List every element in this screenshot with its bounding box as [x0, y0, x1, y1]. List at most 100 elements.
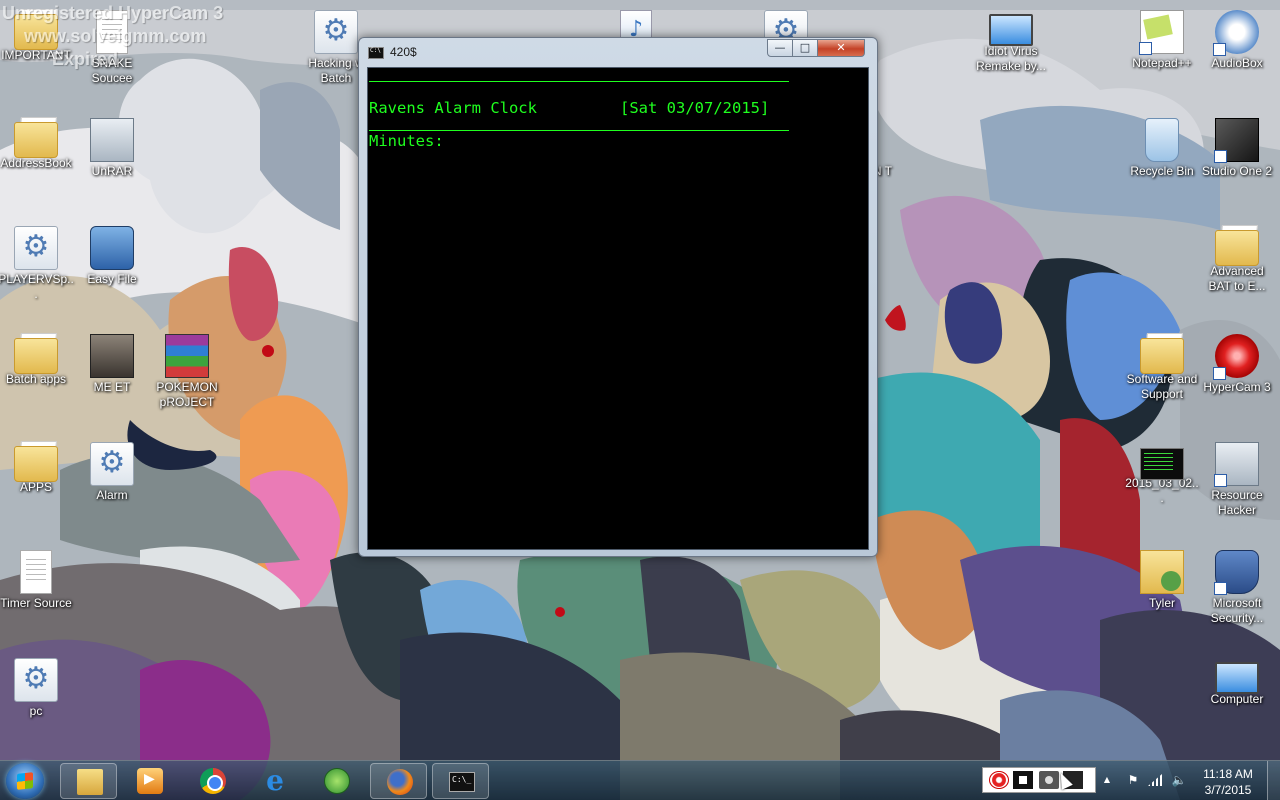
app-title: Ravens Alarm Clock: [369, 99, 537, 117]
desktop-icon-unrar[interactable]: UnRAR: [74, 118, 150, 179]
desktop-icon-audiobox[interactable]: AudioBox: [1199, 10, 1275, 71]
desktop-icon-label: SNAKE Soucee: [91, 56, 133, 85]
ie-icon: e: [266, 764, 284, 797]
desktop-icon-easy-file[interactable]: Easy File: [74, 226, 150, 287]
taskbar-internet-explorer[interactable]: e: [246, 763, 303, 799]
shield-icon: [1214, 550, 1259, 595]
desktop-icon-advanced-bat-to-e[interactable]: Advanced BAT to E...: [1199, 226, 1275, 294]
taskbar-globe-app[interactable]: [308, 763, 365, 799]
folder-icon: [14, 446, 58, 482]
show-desktop-button[interactable]: [1267, 761, 1280, 800]
desktop-icon-label: HyperCam 3: [1203, 380, 1271, 394]
desktop-icon-computer[interactable]: Computer: [1199, 658, 1275, 707]
folder-icon: [14, 14, 58, 50]
minutes-prompt[interactable]: Minutes:: [369, 132, 444, 150]
desktop-icon-label: Resource Hacker: [1211, 488, 1263, 517]
window-title: 420$: [390, 45, 417, 59]
desktop-icon-me-et[interactable]: ME ET: [74, 334, 150, 395]
desktop-icon-important[interactable]: IMPORTANT: [0, 10, 74, 63]
command-prompt-icon[interactable]: [368, 47, 384, 59]
desktop-icon-label: PLAYERVSp...: [0, 272, 74, 301]
firefox-icon: [387, 769, 413, 795]
desktop-icon-tyler[interactable]: Tyler: [1124, 550, 1200, 611]
desktop-icon-microsoft-security[interactable]: Microsoft Security...: [1199, 550, 1275, 626]
taskbar: e ▲ ⚑ 🔈 11:18 AM 3/7/2015: [0, 760, 1280, 800]
desktop-icon-idiot-virus[interactable]: Idiot Virus Remake by...: [973, 10, 1049, 74]
desktop-icon-label: Alarm: [96, 488, 128, 502]
action-center-flag-icon[interactable]: ⚑: [1124, 771, 1142, 789]
desktop-icon-label: Computer: [1210, 692, 1264, 706]
desktop-icon-label: Idiot Virus Remake by...: [976, 44, 1046, 73]
desktop-icon-software-and-support[interactable]: Software and Support: [1124, 334, 1200, 402]
desktop-icon-studio-one-2[interactable]: Studio One 2: [1199, 118, 1275, 179]
desktop-icon-playervsp[interactable]: PLAYERVSp...: [0, 226, 74, 302]
desktop-icon-pc[interactable]: pc: [0, 658, 74, 719]
batch-file-icon: [90, 442, 134, 486]
cmd-icon: [449, 772, 475, 792]
media-player-icon: [137, 768, 163, 794]
desktop-icon-label: IMPORTANT: [1, 48, 71, 62]
document-icon: [96, 10, 128, 54]
desktop-icon-label: 2015_03_02...: [1125, 476, 1199, 505]
desktop-icon-label: Notepad++: [1132, 56, 1192, 70]
divider-line: [369, 81, 789, 82]
usb-icon: [1213, 10, 1259, 56]
desktop-icon-resource-hacker[interactable]: Resource Hacker: [1199, 442, 1275, 518]
taskbar-media-player[interactable]: [121, 763, 178, 799]
show-hidden-icons-chevron-icon[interactable]: ▲: [1098, 771, 1116, 789]
taskbar-firefox[interactable]: [370, 763, 427, 799]
folder-icon: [77, 769, 103, 795]
desktop-icon-label: AudioBox: [1211, 56, 1263, 70]
winrar-icon: [165, 334, 209, 378]
close-button[interactable]: ✕: [817, 39, 865, 57]
desktop-icon-batch-apps[interactable]: Batch apps: [0, 334, 74, 387]
folder-icon: [14, 122, 58, 158]
desktop-icon-label: Recycle Bin: [1130, 164, 1194, 178]
desktop-icon-label: pc: [29, 704, 43, 718]
studio-one-icon: [1214, 118, 1259, 163]
maximize-button[interactable]: □: [792, 39, 818, 57]
taskbar-command-prompt[interactable]: [432, 763, 489, 799]
desktop-icon-label: Batch apps: [5, 372, 67, 386]
network-signal-icon[interactable]: [1146, 771, 1164, 789]
taskbar-windows-explorer[interactable]: [60, 763, 117, 799]
system-clock[interactable]: 11:18 AM 3/7/2015: [1196, 766, 1260, 798]
desktop-icon-label: Tyler: [1148, 596, 1175, 610]
desktop-icon-label: Software and Support: [1126, 372, 1198, 401]
computer-icon: [90, 226, 134, 270]
date-display: [Sat 03/07/2015]: [620, 99, 770, 117]
batch-file-icon: [314, 10, 358, 54]
batch-file-icon: [14, 226, 58, 270]
desktop-icon-addressbook[interactable]: AddressBook: [0, 118, 74, 171]
desktop-icon-alarm[interactable]: Alarm: [74, 442, 150, 503]
console-output[interactable]: Ravens Alarm Clock [Sat 03/07/2015] Minu…: [367, 67, 869, 550]
record-icon: [1213, 334, 1259, 380]
folder-icon: [1215, 230, 1259, 266]
window-titlebar[interactable]: 420$ — □ ✕: [359, 38, 877, 66]
desktop-icon-apps[interactable]: APPS: [0, 442, 74, 495]
hypercam-toolbar: [982, 767, 1096, 793]
stop-icon[interactable]: [1013, 771, 1033, 789]
terminal-screenshot-icon: [1140, 448, 1184, 480]
console-window[interactable]: 420$ — □ ✕ Ravens Alarm Clock [Sat 03/07…: [358, 37, 878, 557]
start-button[interactable]: [6, 763, 44, 799]
desktop-icon-snake-soucee[interactable]: SNAKE Soucee: [74, 10, 150, 86]
desktop-icon-notepad-plus-plus[interactable]: Notepad++: [1124, 10, 1200, 71]
record-icon[interactable]: [989, 771, 1009, 789]
desktop-icon-timer-source[interactable]: Timer Source: [0, 550, 74, 611]
desktop-icon-label: APPS: [19, 480, 52, 494]
notepad-icon: [1139, 10, 1184, 55]
computer-icon: [1215, 662, 1259, 694]
desktop-icon-label: Advanced BAT to E...: [1208, 264, 1266, 293]
taskbar-chrome[interactable]: [184, 763, 241, 799]
desktop-icon-hypercam-3[interactable]: HyperCam 3: [1199, 334, 1275, 395]
desktop-icon-label: Timer Source: [0, 596, 72, 610]
desktop-icon-2015-03-02[interactable]: 2015_03_02...: [1124, 442, 1200, 506]
desktop-icon-pokemon-project[interactable]: POKEMON pROJECT: [149, 334, 225, 410]
desktop-icon-label: Easy File: [87, 272, 137, 286]
desktop-icon-recycle-bin[interactable]: Recycle Bin: [1124, 118, 1200, 179]
minimize-button[interactable]: —: [767, 39, 793, 57]
divider-line: [369, 130, 789, 131]
desktop-icon-label: ME ET: [93, 380, 131, 394]
volume-icon[interactable]: 🔈: [1170, 771, 1188, 789]
